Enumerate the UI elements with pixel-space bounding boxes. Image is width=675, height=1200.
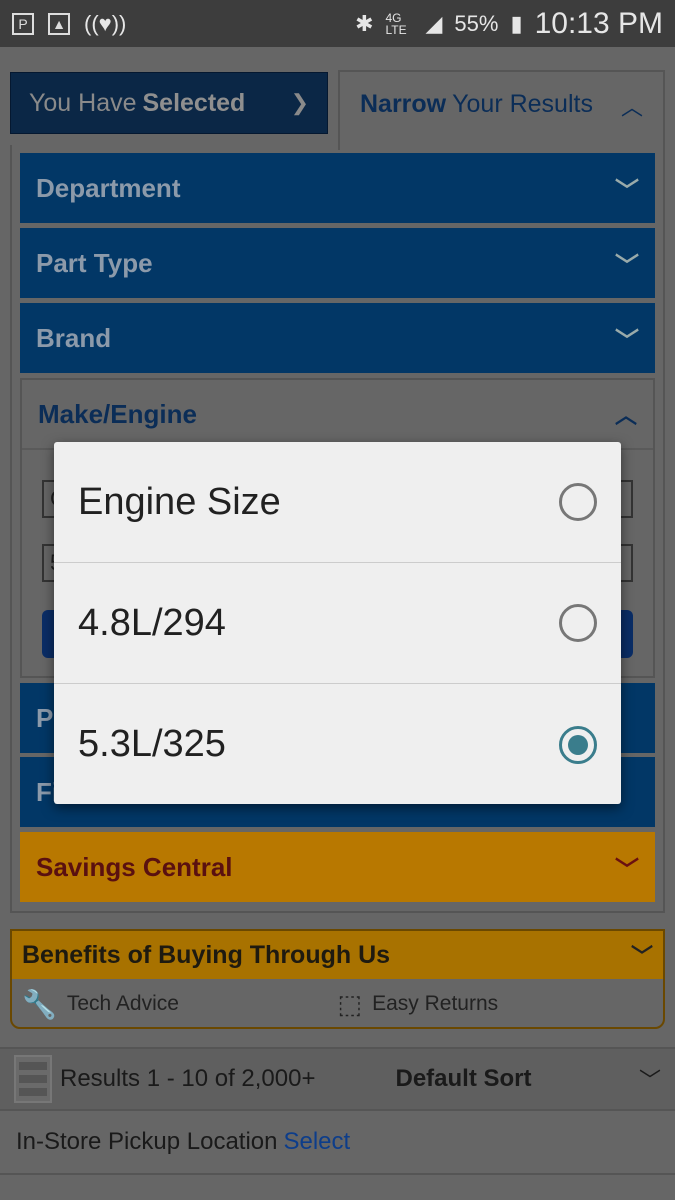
make-engine-header[interactable]: Make/Engine ︿ [22,380,653,450]
bluetooth-icon: ✱ [355,10,374,36]
radio-unchecked-icon[interactable] [559,604,597,642]
pickup-label: In-Store Pickup Location [16,1128,278,1155]
pickup-location: In-Store Pickup Location Select [0,1111,675,1175]
chevron-down-icon: ﹀ [615,327,639,355]
tab-you-have-selected[interactable]: You Have Selected ❯ [10,72,328,134]
battery-charging-icon: ▮ [510,10,523,36]
filter-label: Savings Central [36,851,233,882]
radio-checked-icon[interactable] [559,725,597,764]
chevron-down-icon: ﹀ [615,252,639,280]
filter-label: Department [36,172,181,203]
list-view-icon[interactable] [14,1055,52,1103]
network-type: 4G LTE [385,10,407,37]
benefit-label: Tech Advice [66,992,179,1015]
tab-narrow-your-results[interactable]: Narrow Your Results ︿ [338,70,665,150]
benefit-label: Easy Returns [372,992,499,1015]
sort-select[interactable]: Default Sort [396,1065,532,1093]
option-label: Engine Size [78,480,281,523]
option-label: 4.8L/294 [78,601,226,644]
option-5-3l[interactable]: 5.3L/325 [54,684,621,805]
filter-label: Make/Engine [38,398,197,429]
clock: 10:13 PM [534,6,663,40]
wrench-icon: 🔧 [22,988,57,1020]
chevron-down-icon: ❯ [290,90,309,115]
filter-part-type[interactable]: Part Type ﹀ [20,228,655,298]
battery-level: 55% [454,10,499,36]
chevron-down-icon: ﹀ [615,177,639,205]
filter-savings-central[interactable]: Savings Central ﹀ [20,832,655,902]
results-count: Results 1 - 10 of 2,000+ [60,1065,316,1092]
signal-icon: ◢ [425,10,443,36]
benefits-header[interactable]: Benefits of Buying Through Us ﹀ [12,931,663,979]
chevron-up-icon: ︿ [614,403,637,428]
engine-size-dialog: Engine Size 4.8L/294 5.3L/325 [54,442,621,804]
chevron-down-icon: ﹀ [630,944,653,969]
easy-returns[interactable]: ⬚ Easy Returns [338,989,654,1020]
filter-department[interactable]: Department ﹀ [20,153,655,223]
option-engine-size[interactable]: Engine Size [54,442,621,563]
option-label: 5.3L/325 [78,723,226,765]
box-icon: ⬚ [337,988,363,1019]
chevron-down-icon: ﹀ [615,856,639,884]
option-4-8l[interactable]: 4.8L/294 [54,563,621,684]
chevron-up-icon: ︿ [620,95,643,120]
tech-advice[interactable]: 🔧 Tech Advice [22,988,338,1021]
tab-label: Your Results [452,90,593,118]
filter-label: P [36,702,54,733]
tab-label: You Have [29,88,137,117]
filter-label: Brand [36,322,112,353]
filter-label: Part Type [36,247,153,278]
pickup-select-link[interactable]: Select [283,1128,350,1156]
tab-label-bold: Narrow [360,90,447,118]
tab-label-bold: Selected [142,88,246,117]
benefits-panel: Benefits of Buying Through Us ﹀ 🔧 Tech Adv… [10,929,665,1029]
results-bar: Results 1 - 10 of 2,000+ Default Sort ﹀ [0,1047,675,1111]
benefits-title: Benefits of Buying Through Us [22,940,391,969]
radio-unchecked-icon[interactable] [559,483,597,521]
pandora-icon: P [12,12,34,35]
iheartradio-icon: ((♥)) [84,10,127,36]
status-bar: P ▲ ((♥)) ✱ 4G LTE ◢ 55% ▮ 10:13 PM [0,0,675,47]
chevron-down-icon[interactable]: ﹀ [639,1063,661,1095]
filter-brand[interactable]: Brand ﹀ [20,303,655,373]
gallery-icon: ▲ [48,12,70,35]
